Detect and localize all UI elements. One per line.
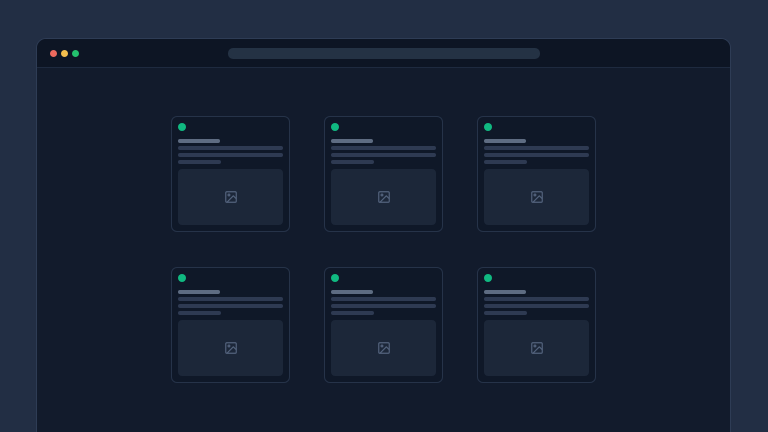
status-indicator: [331, 274, 339, 282]
image-placeholder: [331, 320, 436, 376]
skeleton-line-long: [484, 146, 589, 150]
skeleton-lines: [178, 290, 283, 315]
image-placeholder-icon: [377, 190, 391, 204]
image-placeholder-icon: [530, 341, 544, 355]
skeleton-lines: [178, 139, 283, 164]
traffic-light-close[interactable]: [50, 50, 57, 57]
skeleton-line-long: [178, 153, 283, 157]
status-indicator: [178, 274, 186, 282]
skeleton-lines: [331, 290, 436, 315]
skeleton-line-title: [484, 139, 526, 143]
skeleton-line-long: [484, 153, 589, 157]
skeleton-line-short: [484, 311, 527, 315]
skeleton-line-short: [331, 311, 374, 315]
image-placeholder: [331, 169, 436, 225]
skeleton-line-long: [331, 146, 436, 150]
browser-window: [36, 38, 731, 432]
content-card[interactable]: [171, 116, 290, 232]
image-placeholder: [178, 169, 283, 225]
skeleton-lines: [331, 139, 436, 164]
content-card[interactable]: [324, 116, 443, 232]
skeleton-line-long: [178, 146, 283, 150]
image-placeholder: [484, 320, 589, 376]
image-placeholder-icon: [377, 341, 391, 355]
traffic-light-zoom[interactable]: [72, 50, 79, 57]
skeleton-lines: [484, 290, 589, 315]
skeleton-line-short: [178, 160, 221, 164]
skeleton-line-title: [178, 290, 220, 294]
content-card[interactable]: [324, 267, 443, 383]
card-grid: [37, 116, 730, 383]
content-card[interactable]: [477, 116, 596, 232]
image-placeholder-icon: [224, 190, 238, 204]
skeleton-line-long: [484, 297, 589, 301]
image-placeholder: [178, 320, 283, 376]
skeleton-line-title: [331, 290, 373, 294]
traffic-light-minimize[interactable]: [61, 50, 68, 57]
skeleton-line-long: [331, 304, 436, 308]
skeleton-line-long: [484, 304, 589, 308]
skeleton-line-title: [178, 139, 220, 143]
skeleton-line-long: [178, 304, 283, 308]
skeleton-line-long: [331, 153, 436, 157]
browser-titlebar: [37, 39, 730, 68]
skeleton-line-short: [331, 160, 374, 164]
skeleton-lines: [484, 139, 589, 164]
content-card[interactable]: [477, 267, 596, 383]
skeleton-line-title: [331, 139, 373, 143]
image-placeholder-icon: [530, 190, 544, 204]
status-indicator: [484, 123, 492, 131]
status-indicator: [178, 123, 186, 131]
image-placeholder: [484, 169, 589, 225]
url-bar[interactable]: [228, 48, 540, 59]
skeleton-line-title: [484, 290, 526, 294]
skeleton-line-long: [178, 297, 283, 301]
image-placeholder-icon: [224, 341, 238, 355]
skeleton-line-short: [484, 160, 527, 164]
skeleton-line-short: [178, 311, 221, 315]
status-indicator: [484, 274, 492, 282]
content-card[interactable]: [171, 267, 290, 383]
skeleton-line-long: [331, 297, 436, 301]
window-content: [37, 68, 730, 383]
status-indicator: [331, 123, 339, 131]
traffic-lights: [50, 50, 79, 57]
